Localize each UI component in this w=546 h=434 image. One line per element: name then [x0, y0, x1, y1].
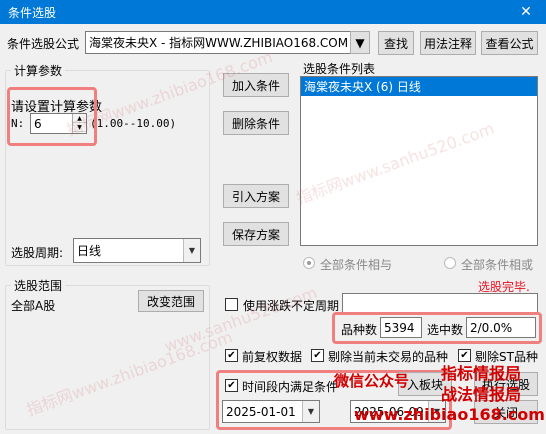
- condition-list-label: 选股条件列表: [303, 62, 376, 76]
- condition-list-item[interactable]: 海棠夜未央X (6) 日线: [301, 77, 537, 96]
- scope-value: 全部A股: [11, 299, 56, 313]
- calc-params-label: 计算参数: [11, 62, 66, 79]
- view-formula-button[interactable]: 查看公式: [481, 31, 538, 55]
- title-bar: 条件选股 ✕: [0, 0, 546, 24]
- highlight-box-params: [7, 87, 97, 146]
- close-icon[interactable]: ✕: [506, 0, 546, 24]
- uncertain-period-checkbox[interactable]: [225, 298, 238, 311]
- radio-and[interactable]: [303, 257, 315, 269]
- import-plan-button[interactable]: 引入方案: [223, 184, 289, 208]
- radio-and-label: 全部条件相与: [320, 258, 393, 272]
- formula-dropdown-button[interactable]: ▼: [350, 31, 370, 54]
- n-range: (1.00--10.00): [90, 117, 177, 130]
- brand-name-2: 战法情报局: [441, 385, 522, 404]
- adjust-label: 前复权数据: [242, 350, 303, 364]
- period-label: 选股周期:: [11, 246, 64, 260]
- exclude-no-trade-checkbox[interactable]: ✔: [311, 349, 324, 362]
- usage-notes-button[interactable]: 用法注释: [420, 31, 476, 55]
- add-condition-button[interactable]: 加入条件: [223, 73, 289, 97]
- delete-condition-button[interactable]: 删除条件: [223, 111, 289, 135]
- formula-label: 条件选股公式: [7, 37, 80, 51]
- chevron-down-icon: ▼: [355, 35, 365, 50]
- exclude-no-trade-label: 剔除当前未交易的品种: [328, 350, 449, 364]
- window-title: 条件选股: [8, 5, 57, 20]
- change-scope-button[interactable]: 改变范围: [138, 290, 204, 312]
- save-plan-button[interactable]: 保存方案: [223, 222, 289, 246]
- find-button[interactable]: 查找: [378, 31, 414, 55]
- wechat-label: 微信公众号: [334, 372, 410, 390]
- radio-or-label: 全部条件相或: [461, 258, 534, 272]
- period-select[interactable]: 日线 ▼: [73, 238, 201, 263]
- site-url: www.zhibiao168.com: [354, 405, 545, 424]
- condition-list[interactable]: 海棠夜未央X (6) 日线: [300, 76, 538, 246]
- formula-value: 海棠夜未央X - 指标网WWW.ZHIBIAO168.COM: [89, 36, 349, 50]
- chevron-down-icon: ▼: [183, 239, 200, 262]
- radio-or[interactable]: [444, 257, 456, 269]
- adjust-checkbox[interactable]: ✔: [225, 349, 238, 362]
- uncertain-period-label: 使用涨跌不定周期: [243, 299, 340, 313]
- period-value: 日线: [77, 244, 102, 258]
- highlight-box-stats: [332, 312, 542, 344]
- formula-select[interactable]: 海棠夜未央X - 指标网WWW.ZHIBIAO168.COM: [85, 31, 370, 54]
- scope-label: 选股范围: [11, 277, 66, 294]
